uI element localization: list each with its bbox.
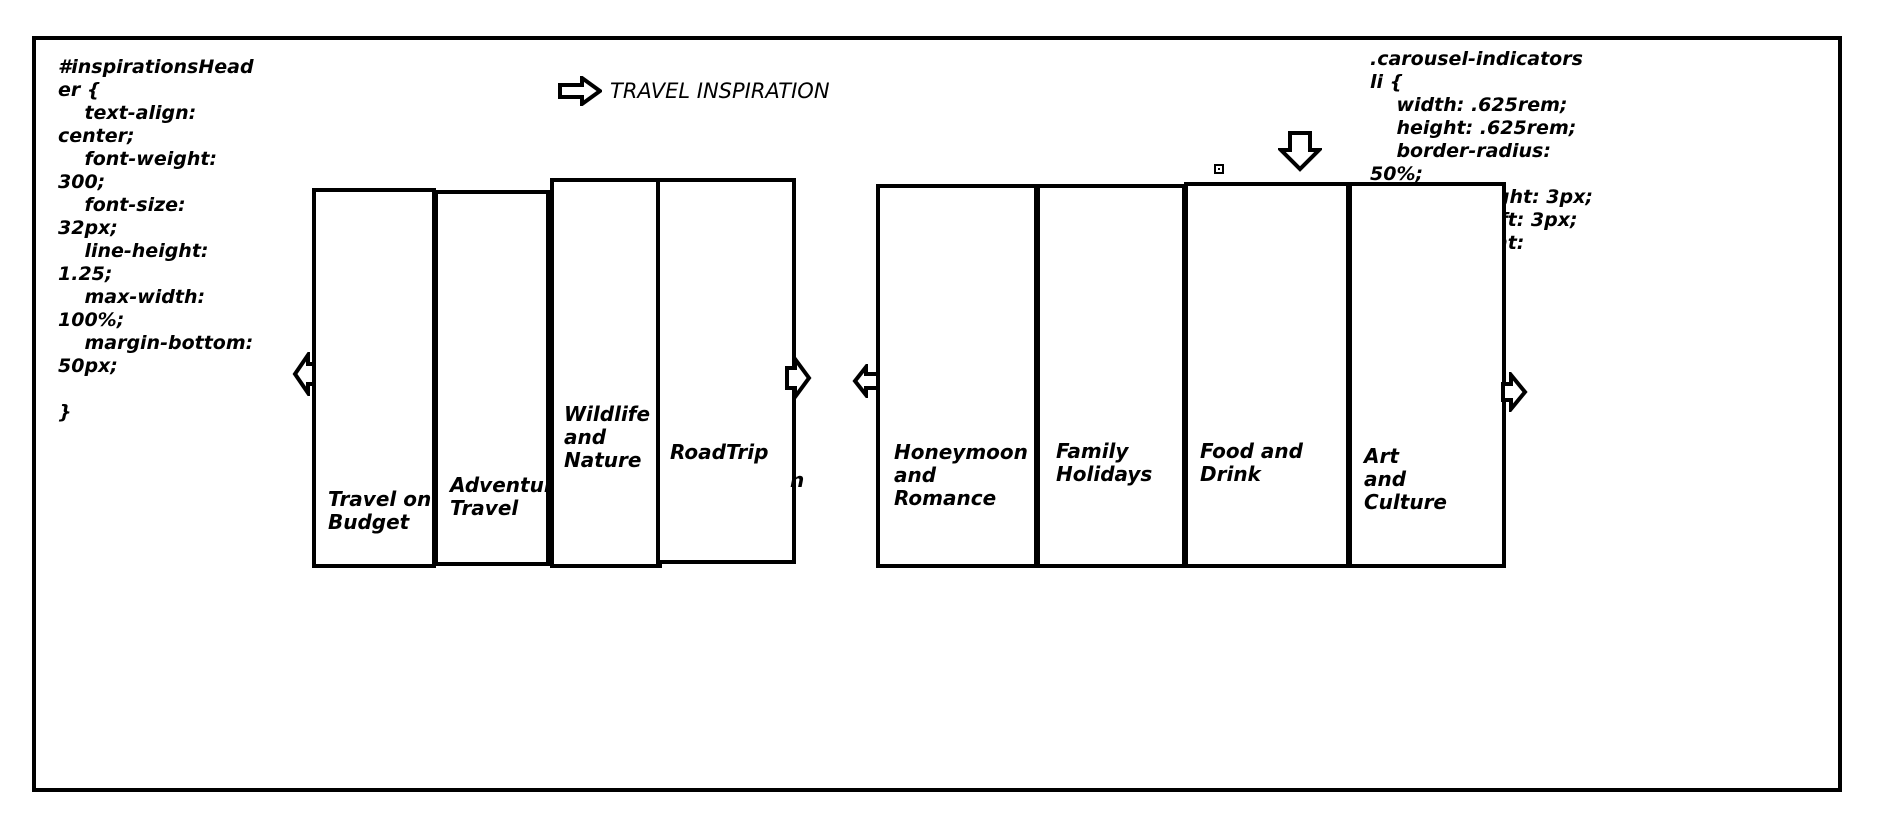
card-label: Art and Culture <box>1364 444 1447 514</box>
css-note-inspirations-header: #inspirationsHead er { text-align: cente… <box>58 56 254 423</box>
card-label: Wildlife and Nature <box>564 402 651 472</box>
right-arrow-icon <box>558 76 602 106</box>
inspiration-card[interactable]: Family Holidays <box>1036 184 1186 568</box>
card-label: Family Holidays <box>1056 439 1153 486</box>
inspiration-card[interactable]: Adventure Travel <box>434 190 567 566</box>
partial-card-text: n <box>790 468 805 492</box>
inspiration-card[interactable]: Art and Culture <box>1348 182 1506 568</box>
next-arrow-icon[interactable] <box>784 356 812 400</box>
inspiration-card[interactable]: Wildlife and Nature <box>550 178 662 568</box>
carousel-indicator-icon[interactable] <box>1214 164 1224 174</box>
next-arrow-icon[interactable] <box>1500 372 1528 412</box>
inspiration-card[interactable]: Food and Drink <box>1184 182 1350 568</box>
card-label: Food and Drink <box>1200 439 1303 486</box>
card-label: Travel on Budget <box>328 487 432 534</box>
inspiration-card[interactable]: Honeymoon and Romance <box>876 184 1038 568</box>
header-title: TRAVEL INSPIRATION <box>610 79 830 103</box>
inspirations-header: TRAVEL INSPIRATION <box>558 76 830 106</box>
card-label: RoadTrip <box>670 440 769 464</box>
inspiration-card[interactable]: RoadTrip <box>656 178 796 564</box>
inspiration-card[interactable]: Travel on Budget <box>312 188 436 568</box>
down-arrow-icon <box>1278 131 1322 172</box>
card-label: Honeymoon and Romance <box>894 440 1028 510</box>
